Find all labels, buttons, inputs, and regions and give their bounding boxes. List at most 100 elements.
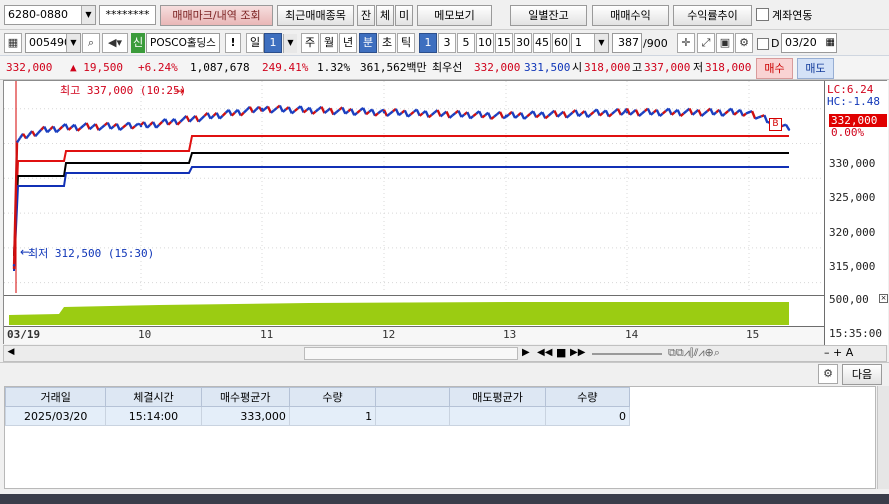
hc-label: HC:-1.48 [827,95,880,108]
period-day[interactable]: 일 [246,33,264,53]
buy-marker[interactable]: B [769,118,782,131]
period-month[interactable]: 월 [320,33,338,53]
zoom-controls-icon[interactable]: – + A [824,346,853,359]
scroll-left-icon[interactable]: ◀ [6,347,16,360]
price-segment [58,125,64,131]
interval-10[interactable]: 10 [476,33,494,53]
price-segment [430,111,436,116]
col-buy-avg[interactable]: 매수평균가 [200,387,290,407]
account-toolbar: 6280-0880 ▼ ******** 매매마크/내역 조회 최근매매종목 잔… [0,0,889,30]
scroll-thumb[interactable] [304,347,518,360]
price-segment [410,110,415,116]
period-year[interactable]: 년 [339,33,357,53]
interval-3[interactable]: 3 [438,33,456,53]
price-segment [290,110,296,115]
col-exec-time[interactable]: 체결시간 [105,387,202,407]
interval-input[interactable]: 1 ▼ [571,33,609,53]
price-segment [700,112,706,117]
account-link-checkbox[interactable] [756,8,769,21]
trend-icon[interactable]: ⤢ [697,33,715,53]
alert-button[interactable]: ! [225,33,241,53]
chevron-down-icon[interactable]: ▼ [594,34,608,52]
price-segment [589,111,595,116]
chip-balance[interactable]: 잔 [357,5,375,26]
price-segment [568,111,574,117]
open-price: 318,000 [584,61,631,74]
col-buy-qty[interactable]: 수량 [288,387,377,407]
price-segment [243,108,248,114]
stock-name-field[interactable]: POSCO홀딩스 [146,33,220,53]
yield-trend-button[interactable]: 수익률추이 [673,5,752,26]
count-input[interactable]: 387 [612,33,642,53]
price-chart[interactable]: ← → 최고 337,000 (10:25) 최저 312,500 (15:30… [3,80,888,345]
gear-icon[interactable]: ⚙ [735,33,753,53]
price-segment [389,110,394,115]
rewind-icon[interactable]: ◀◀ [537,347,552,358]
interval-60[interactable]: 60 [552,33,570,53]
price-segment [523,115,528,120]
period-tick[interactable]: 틱 [397,33,415,53]
forward-icon[interactable]: ▶▶ [570,347,585,358]
volume-ratio: 249.41% [262,61,309,74]
sell-button[interactable]: 매도 [797,58,834,79]
period-week[interactable]: 주 [301,33,319,53]
date-checkbox[interactable] [757,38,769,50]
memo-button[interactable]: 메모보기 [417,5,492,26]
period-day-count[interactable]: 1 [264,33,282,53]
price-segment [670,111,676,116]
col-sell-qty[interactable]: 수량 [544,387,631,407]
chip-unfilled[interactable]: 미 [395,5,413,26]
grid-vscroll[interactable] [877,386,889,489]
chart-tools-icon[interactable]: ⧉⧉⩘⫿⫽⩘⊕⌕ [668,346,720,360]
chevron-down-icon[interactable]: ▼ [81,6,95,24]
interval-45[interactable]: 45 [533,33,551,53]
price-segment [167,120,173,126]
date-input[interactable]: 03/20 ▦ [781,33,837,53]
price-segment [679,112,685,117]
period-second[interactable]: 초 [378,33,396,53]
price-panel[interactable]: ← → [4,81,824,293]
stop-icon[interactable]: ■ [556,346,566,359]
crosshair-icon[interactable]: ✛ [677,33,695,53]
price-segment [119,126,124,131]
price-segment [34,132,40,138]
price-segment [221,111,227,117]
scroll-right-icon[interactable]: ▶ [522,347,530,358]
best-label: 최우선 [432,61,463,74]
buy-button[interactable]: 매수 [756,58,793,79]
calendar-icon[interactable]: ▦ [826,34,835,52]
save-icon[interactable]: ▣ [716,33,734,53]
chip-filled[interactable]: 체 [376,5,394,26]
gear-icon[interactable]: ⚙ [818,364,838,384]
price-segment [712,111,718,116]
interval-1[interactable]: 1 [419,33,437,53]
search-icon[interactable]: ⌕ [82,33,100,53]
close-icon[interactable]: × [879,294,888,303]
password-field[interactable]: ******** [99,5,156,25]
chevron-down-icon[interactable]: ▼ [66,34,80,52]
col-sell-avg[interactable]: 매도평균가 [449,387,546,407]
volume-fill [9,302,789,325]
recent-stocks-button[interactable]: 최근매매종목 [277,5,354,26]
interval-30[interactable]: 30 [514,33,532,53]
speed-slider[interactable] [592,353,662,355]
stock-code-input[interactable]: 005490 ▼ [25,33,81,53]
profit-button[interactable]: 매매수익 [592,5,669,26]
account-select[interactable]: 6280-0880 ▼ [4,5,96,25]
price-segment [365,110,370,116]
interval-15[interactable]: 15 [495,33,513,53]
price-segment [179,117,185,123]
interval-5[interactable]: 5 [457,33,475,53]
price-segment [661,110,667,115]
daily-balance-button[interactable]: 일별잔고 [510,5,587,26]
chevron-down-icon[interactable]: ▼ [283,34,297,53]
price-segment [293,107,299,112]
table-row[interactable]: 2025/03/20 15:14:00 333,000 1 0 [4,406,631,426]
layout-icon[interactable]: ▦ [4,33,22,53]
period-minute[interactable]: 분 [359,33,377,53]
sound-icon[interactable]: ◀▾ [102,33,128,53]
trade-mark-button[interactable]: 매매마크/내역 조회 [160,5,273,26]
current-price: 332,000 [6,61,53,74]
next-button[interactable]: 다음 [842,364,882,385]
col-trade-date[interactable]: 거래일 [4,387,107,407]
